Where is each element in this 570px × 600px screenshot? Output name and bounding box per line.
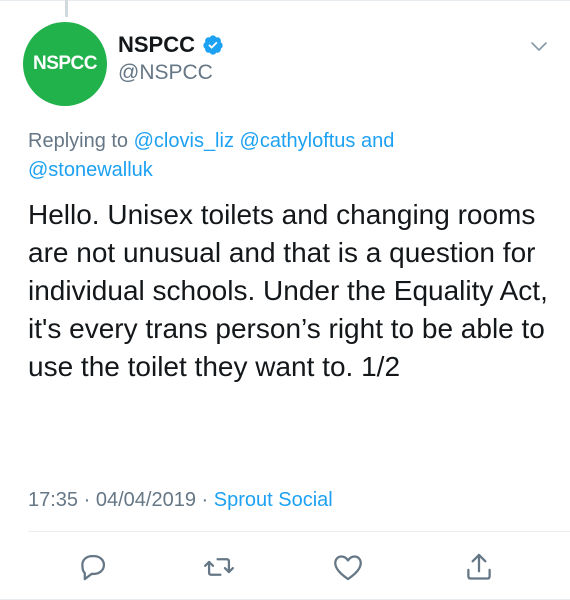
share-icon	[467, 553, 491, 580]
heart-icon	[334, 555, 362, 581]
display-name[interactable]: NSPCC	[118, 32, 195, 58]
author-block[interactable]: NSPCC @NSPCC	[118, 32, 224, 85]
thread-connector-line	[65, 0, 68, 17]
reply-icon	[81, 554, 106, 581]
avatar[interactable]: NSPCC	[23, 22, 107, 106]
top-divider	[0, 0, 570, 1]
meta-separator: ·	[201, 489, 209, 511]
display-name-row: NSPCC	[118, 32, 224, 58]
mention-link[interactable]: @clovis_liz	[134, 130, 234, 152]
like-button[interactable]	[331, 550, 365, 584]
tweet-source-link[interactable]: Sprout Social	[214, 489, 333, 511]
replying-to-line: Replying to @clovis_liz @cathyloftus and…	[28, 127, 548, 185]
tweet-meta: 17:35 · 04/04/2019 · Sprout Social	[28, 489, 333, 512]
reply-button[interactable]	[76, 550, 110, 584]
meta-separator: ·	[83, 489, 91, 511]
retweet-icon	[203, 558, 235, 576]
share-button[interactable]	[462, 550, 496, 584]
tweet-time[interactable]: 17:35	[28, 489, 78, 511]
verified-badge-icon	[202, 34, 224, 56]
tweet-date[interactable]: 04/04/2019	[96, 489, 196, 511]
mention-joiner: and	[361, 130, 395, 152]
replying-prefix: Replying to	[28, 130, 129, 152]
mention-link[interactable]: @cathyloftus	[240, 130, 356, 152]
mention-link[interactable]: @stonewalluk	[28, 159, 153, 181]
action-bar	[0, 550, 570, 586]
chevron-down-icon[interactable]	[530, 38, 548, 56]
retweet-button[interactable]	[202, 550, 236, 584]
tweet-body: Hello. Unisex toilets and changing rooms…	[28, 199, 548, 382]
handle[interactable]: @NSPCC	[118, 61, 224, 85]
avatar-logo-text: NSPCC	[32, 53, 98, 74]
actions-divider	[28, 531, 570, 532]
